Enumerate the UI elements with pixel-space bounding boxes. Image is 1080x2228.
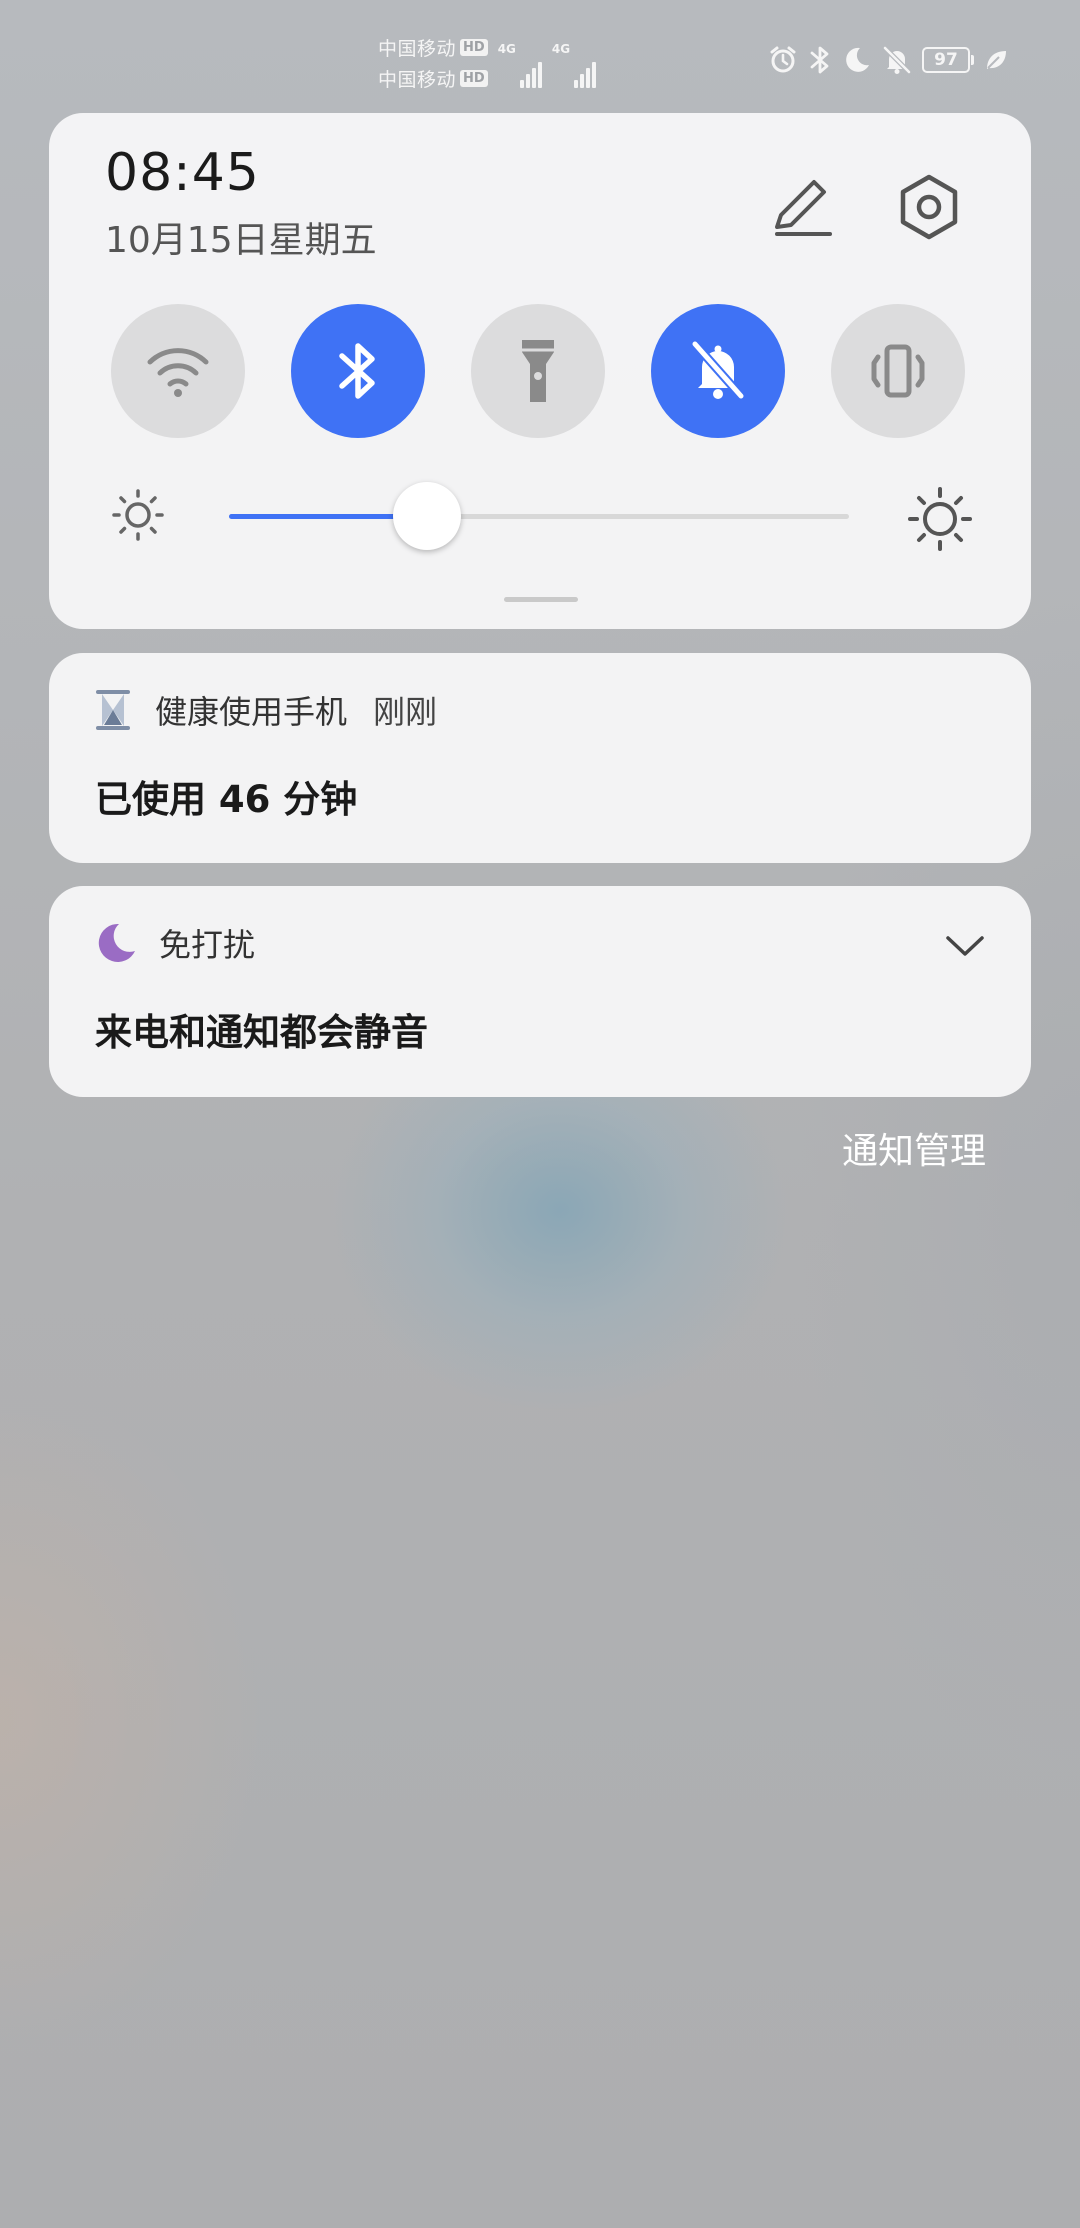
status-icons: 97 <box>768 44 1008 76</box>
carrier-name-2: 中国移动 <box>378 69 457 91</box>
notification-body: 已使用 46 分钟 <box>95 778 358 821</box>
clock: 08:45 <box>105 143 260 203</box>
wifi-toggle[interactable] <box>111 304 245 438</box>
signal-1: 4G <box>498 42 542 88</box>
hd-badge-2: HD <box>460 70 488 87</box>
wifi-icon <box>147 348 209 397</box>
quick-settings-panel: 08:45 10月15日星期五 <box>49 113 1031 629</box>
carrier-info: 中国移动 HD 中国移动 HD 4G 4G <box>378 32 597 94</box>
flashlight-toggle[interactable] <box>471 304 605 438</box>
gear-icon <box>900 174 958 240</box>
date: 10月15日星期五 <box>105 220 377 261</box>
brightness-low-icon <box>112 489 164 541</box>
pencil-icon <box>775 180 832 236</box>
brightness-high-icon <box>908 487 972 551</box>
moon-icon <box>846 47 869 72</box>
notification-app-name: 健康使用手机 <box>155 693 348 731</box>
notification-screen-time[interactable]: 健康使用手机 刚刚 已使用 46 分钟 <box>49 653 1031 863</box>
brightness-slider-thumb[interactable] <box>393 482 462 550</box>
signal-2: 4G <box>551 42 597 88</box>
notification-do-not-disturb[interactable]: 免打扰 来电和通知都会静音 <box>49 886 1031 1097</box>
bell-off-icon <box>883 46 911 74</box>
hourglass-icon <box>96 690 130 730</box>
network-label-1: 4G <box>497 42 516 56</box>
panel-drag-handle[interactable] <box>504 597 578 602</box>
signal-bars-icon <box>518 62 542 88</box>
status-bar: 中国移动 HD 中国移动 HD 4G 4G 97 <box>0 0 1080 110</box>
bluetooth-toggle[interactable] <box>291 304 425 438</box>
hd-badge-1: HD <box>460 39 488 56</box>
expand-button[interactable] <box>945 934 985 962</box>
notification-management-link[interactable]: 通知管理 <box>842 1122 986 1174</box>
bluetooth-icon <box>810 46 829 74</box>
carrier-name-1: 中国移动 <box>378 38 457 60</box>
battery-level: 97 <box>922 47 970 73</box>
flashlight-icon <box>522 340 554 402</box>
chevron-down-icon <box>946 936 984 956</box>
do-not-disturb-toggle[interactable] <box>651 304 785 438</box>
notification-time: 刚刚 <box>373 693 438 731</box>
network-label-2: 4G <box>551 42 571 56</box>
signal-bars-icon <box>572 62 597 88</box>
edit-button[interactable] <box>764 169 840 245</box>
moon-icon <box>98 923 135 962</box>
leaf-icon <box>987 51 1006 69</box>
bluetooth-icon <box>339 343 375 399</box>
notification-app-name: 免打扰 <box>159 926 256 964</box>
brightness-slider[interactable] <box>229 482 849 550</box>
settings-button[interactable] <box>891 169 967 245</box>
bell-off-icon <box>691 341 745 399</box>
notification-body: 来电和通知都会静音 <box>95 1011 428 1054</box>
alarm-icon <box>770 46 796 73</box>
vibrate-toggle[interactable] <box>831 304 965 438</box>
vibrate-icon <box>871 344 925 398</box>
battery-icon: 97 <box>922 47 974 73</box>
